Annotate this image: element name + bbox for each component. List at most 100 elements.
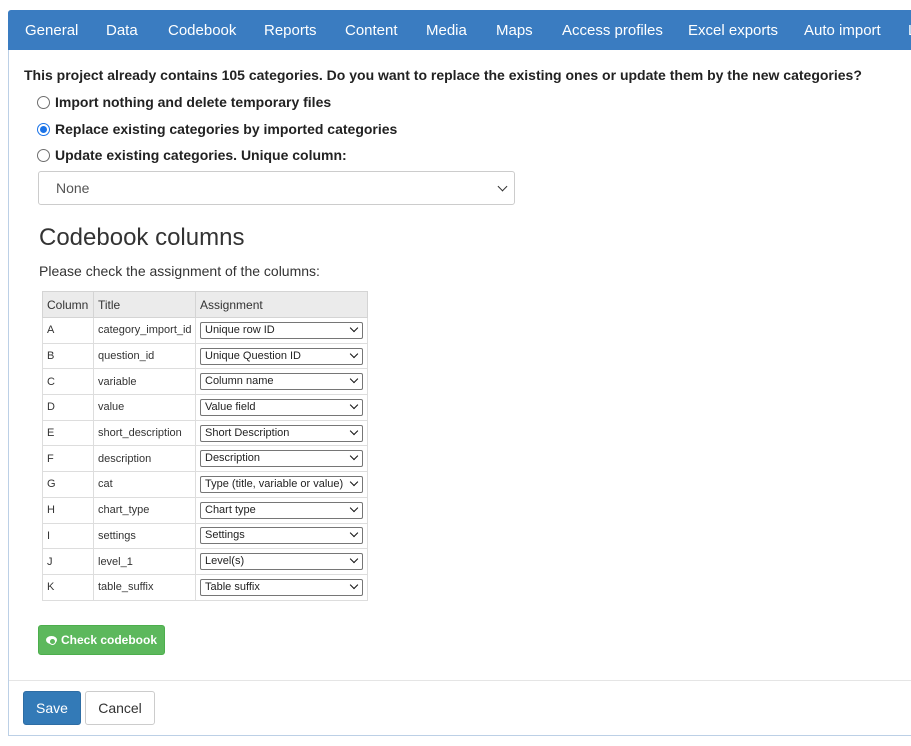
cell-column: E: [42, 419, 94, 447]
assignment-select[interactable]: Description: [200, 450, 363, 468]
codebook-instructions: Please check the assignment of the colum…: [39, 263, 320, 279]
cell-column: H: [42, 496, 94, 524]
tab-media[interactable]: Media: [426, 10, 467, 50]
chevron-down-icon: [497, 181, 508, 192]
table-row: I settings Settings: [42, 522, 368, 550]
radio-replace-existing[interactable]: [37, 122, 50, 136]
cell-assignment: Column name: [195, 368, 368, 396]
tab-access-profiles[interactable]: Access profiles: [562, 10, 663, 50]
assignment-value: Table suffix: [205, 580, 260, 593]
chevron-down-icon: [349, 554, 359, 564]
header-title: Title: [93, 291, 196, 318]
check-codebook-label: Check codebook: [60, 633, 158, 647]
cell-column: G: [42, 471, 94, 498]
table-row: G cat Type (title, variable or value): [42, 471, 368, 498]
table-row: F description Description: [42, 445, 368, 473]
assignment-select[interactable]: Chart type: [200, 501, 363, 519]
cell-assignment: Chart type: [195, 496, 368, 524]
assignment-select[interactable]: Column name: [200, 373, 363, 391]
option-label: Update existing categories. Unique colum…: [55, 147, 347, 163]
table-row: C variable Column name: [42, 368, 368, 396]
eye-icon: [45, 636, 57, 645]
tab-excel-exports[interactable]: Excel exports: [688, 10, 778, 50]
table-header-row: Column Title Assignment: [42, 291, 368, 318]
tab-general[interactable]: General: [25, 10, 78, 50]
chevron-down-icon: [349, 477, 359, 487]
radio-import-nothing[interactable]: [37, 95, 50, 109]
cell-title: value: [93, 394, 196, 421]
chevron-down-icon: [349, 400, 359, 410]
chevron-down-icon: [349, 452, 359, 461]
cell-column: I: [42, 522, 94, 550]
top-nav: General Data Codebook Reports Content Me…: [8, 10, 911, 50]
tab-data[interactable]: Data: [106, 10, 138, 50]
assignment-select[interactable]: Table suffix: [200, 578, 363, 596]
assignment-select[interactable]: Settings: [200, 527, 363, 545]
cell-title: cat: [93, 471, 196, 498]
assignment-value: Short Description: [205, 426, 290, 439]
option-label: Import nothing and delete temporary file…: [55, 94, 332, 110]
option-import-nothing[interactable]: Import nothing and delete temporary file…: [37, 93, 331, 111]
assignment-select[interactable]: Value field: [200, 398, 363, 416]
cell-title: description: [93, 445, 196, 473]
tab-auto-import[interactable]: Auto import: [804, 10, 881, 50]
cell-assignment: Unique row ID: [195, 317, 368, 344]
tab-reports[interactable]: Reports: [264, 10, 317, 50]
assignment-value: Value field: [205, 400, 256, 413]
table-row: D value Value field: [42, 394, 368, 421]
assignment-value: Type (title, variable or value): [205, 477, 344, 490]
cell-title: settings: [93, 522, 196, 550]
chevron-down-icon: [349, 503, 359, 512]
option-update-existing[interactable]: Update existing categories. Unique colum…: [37, 146, 347, 164]
cell-column: D: [42, 394, 94, 421]
chevron-down-icon: [349, 580, 359, 589]
check-codebook-button[interactable]: Check codebook: [38, 625, 165, 655]
assignment-value: Chart type: [205, 503, 256, 516]
cell-assignment: Short Description: [195, 419, 368, 447]
assignment-value: Level(s): [205, 555, 245, 568]
tab-codebook[interactable]: Codebook: [168, 10, 236, 50]
table-row: A category_import_id Unique row ID: [42, 317, 368, 344]
tab-content[interactable]: Content: [345, 10, 398, 50]
table-row: J level_1 Level(s): [42, 548, 368, 575]
cell-assignment: Level(s): [195, 548, 368, 575]
option-replace-existing[interactable]: Replace existing categories by imported …: [37, 120, 397, 138]
table-row: H chart_type Chart type: [42, 496, 368, 524]
cell-column: A: [42, 317, 94, 344]
assignment-select[interactable]: Unique row ID: [200, 321, 363, 339]
table-row: B question_id Unique Question ID: [42, 342, 368, 370]
chevron-down-icon: [349, 529, 359, 538]
assignment-value: Column name: [205, 375, 274, 388]
cell-assignment: Type (title, variable or value): [195, 471, 368, 498]
assignment-select[interactable]: Type (title, variable or value): [200, 475, 363, 493]
assignment-select[interactable]: Unique Question ID: [200, 347, 363, 365]
assignment-value: Description: [205, 452, 261, 465]
cell-assignment: Description: [195, 445, 368, 473]
cell-assignment: Table suffix: [195, 573, 368, 601]
cell-assignment: Unique Question ID: [195, 342, 368, 370]
save-button[interactable]: Save: [23, 691, 81, 725]
assignment-value: Unique Question ID: [205, 349, 301, 362]
cell-title: table_suffix: [93, 573, 196, 601]
cell-title: variable: [93, 368, 196, 396]
table-row: E short_description Short Description: [42, 419, 368, 447]
radio-update-existing[interactable]: [37, 148, 50, 162]
table-row: K table_suffix Table suffix: [42, 573, 368, 601]
cell-title: question_id: [93, 342, 196, 370]
cell-column: F: [42, 445, 94, 473]
cell-title: chart_type: [93, 496, 196, 524]
columns-table: Column Title Assignment A category_impor…: [42, 291, 368, 601]
chevron-down-icon: [349, 374, 359, 384]
chevron-down-icon: [349, 323, 359, 333]
chevron-down-icon: [349, 349, 359, 358]
footer-divider: [9, 680, 911, 681]
cell-title: level_1: [93, 548, 196, 575]
assignment-select[interactable]: Short Description: [200, 424, 363, 442]
assignment-select[interactable]: Level(s): [200, 553, 363, 571]
chevron-down-icon: [349, 426, 359, 435]
assignment-value: Settings: [205, 529, 245, 542]
tab-maps[interactable]: Maps: [496, 10, 533, 50]
cancel-button[interactable]: Cancel: [85, 691, 155, 725]
unique-column-select[interactable]: None: [38, 171, 515, 205]
cell-assignment: Value field: [195, 394, 368, 421]
